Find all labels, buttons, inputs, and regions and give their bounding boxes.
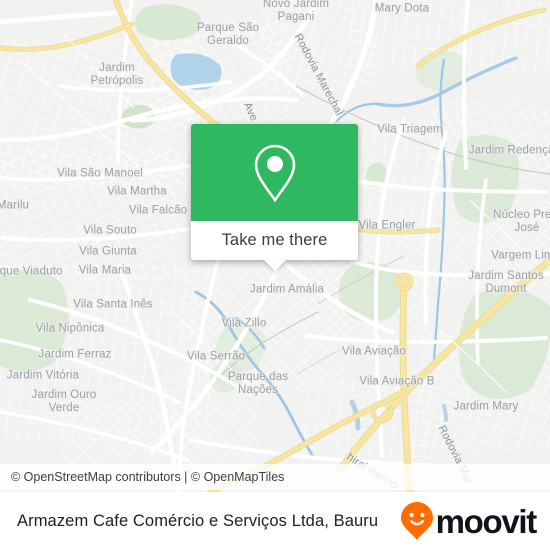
map-pin-icon: [254, 144, 295, 202]
map-canvas[interactable]: .rd { stroke:#ffffff; fill:none; stroke-…: [0, 0, 550, 492]
moovit-logo[interactable]: moovit: [400, 501, 538, 541]
place-title: Armazem Cafe Comércio e Serviços Ltda, B…: [17, 511, 379, 530]
page-footer: Armazem Cafe Comércio e Serviços Ltda, B…: [0, 492, 550, 550]
attribution-text[interactable]: © OpenStreetMap contributors | © OpenMap…: [11, 470, 284, 484]
moovit-wordmark: moovit: [435, 502, 538, 540]
moovit-smiley-pin-icon: [400, 502, 433, 540]
card-header: [191, 124, 358, 221]
card-pointer-tail: [263, 260, 286, 271]
moovit-station-map-page: .rd { stroke:#ffffff; fill:none; stroke-…: [0, 0, 550, 550]
location-info-card[interactable]: Take me there: [191, 124, 358, 271]
map-attribution-bar: © OpenStreetMap contributors | © OpenMap…: [0, 464, 550, 490]
take-me-there-label[interactable]: Take me there: [222, 231, 328, 250]
card-footer[interactable]: Take me there: [191, 221, 358, 271]
